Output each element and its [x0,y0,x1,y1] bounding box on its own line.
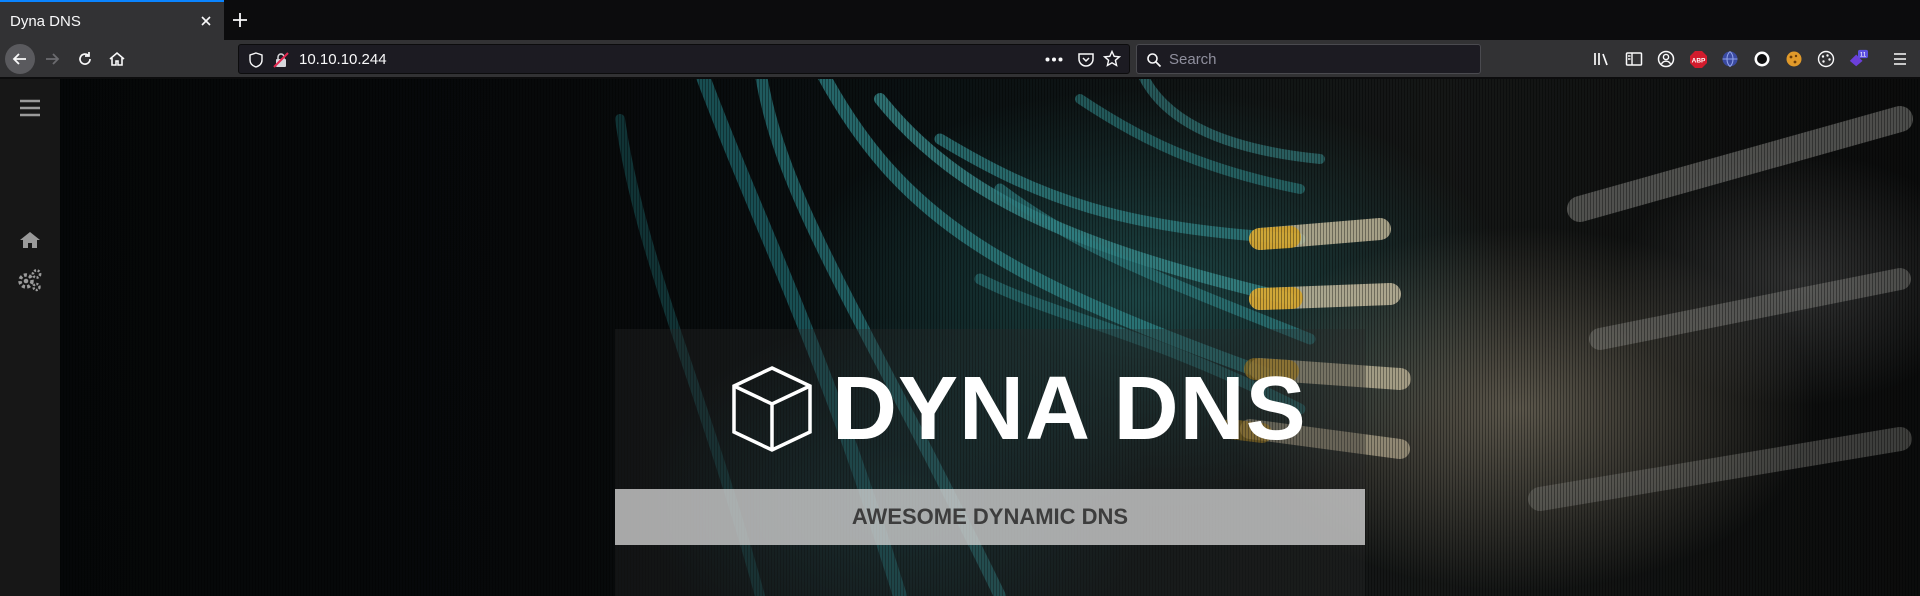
close-icon[interactable] [198,13,214,29]
sidebar-menu-button[interactable] [16,94,44,122]
tab-strip: Dyna DNS [0,0,1920,40]
extension-purple-icon: 11 [1849,49,1868,67]
extension-purple-button[interactable]: 11 [1848,49,1868,69]
globe-icon [1722,51,1738,68]
dark-circle-icon [1754,51,1770,67]
adblock-plus-button[interactable]: ABP [1688,49,1708,69]
brand-title: DYNA DNS [832,359,1307,459]
url-text[interactable]: 10.10.10.244 [299,51,387,68]
home-icon [20,232,40,248]
tagline-text: AWESOME DYNAMIC DNS [851,504,1129,529]
new-tab-icon[interactable] [230,10,250,30]
back-button[interactable] [5,44,35,74]
bookmark-star-icon[interactable] [1103,50,1121,68]
extension-palette-button[interactable] [1816,49,1836,69]
svg-text:ABP: ABP [1691,57,1705,64]
tab-title: Dyna DNS [10,13,81,30]
library-icon [1594,53,1608,66]
arrow-right-icon [46,53,60,65]
cookie-icon [1786,51,1802,67]
sidebar [0,79,60,596]
search-bar[interactable]: Search [1136,44,1481,74]
address-bar[interactable]: 10.10.10.244 [238,44,1130,74]
library-button[interactable] [1592,49,1612,69]
adblock-icon: ABP [1689,50,1707,68]
extension-circle-button[interactable] [1752,49,1772,69]
account-button[interactable] [1656,49,1676,69]
sidebar-item-home[interactable] [16,226,44,254]
extension-cookie-button[interactable] [1784,49,1804,69]
navigation-toolbar: 10.10.10.244 Search ABP 11 [0,40,1920,78]
extension-badge: 11 [1860,52,1867,59]
settings-icon [18,269,42,292]
tagline-banner: AWESOME DYNAMIC DNS [615,489,1365,545]
reload-button[interactable] [71,45,99,73]
more-actions-icon[interactable] [1045,57,1063,62]
palette-icon [1817,50,1835,68]
search-placeholder: Search [1169,51,1217,68]
web-page: DYNA DNS AWESOME DYNAMIC DNS [0,79,1920,596]
hamburger-menu-icon [1894,53,1906,65]
arrow-left-icon [12,53,26,65]
home-icon [109,51,125,66]
sidebar-toggle-button[interactable] [1624,49,1644,69]
app-menu-button[interactable] [1890,49,1910,69]
sidebar-item-settings[interactable] [16,266,44,294]
reload-icon [79,52,91,65]
insecure-lock-icon[interactable] [273,52,289,68]
sidebar-icon [1625,52,1643,66]
menu-icon [20,99,40,117]
tab-dyna-dns[interactable]: Dyna DNS [0,0,224,40]
forward-button[interactable] [38,45,66,73]
extension-globe-button[interactable] [1720,49,1740,69]
pocket-icon[interactable] [1077,51,1095,69]
shield-icon[interactable] [249,52,263,68]
brand-logo: DYNA DNS [730,359,1307,459]
home-button[interactable] [103,45,131,73]
cube-icon [732,366,812,452]
account-icon [1657,50,1675,68]
search-icon [1147,53,1162,68]
